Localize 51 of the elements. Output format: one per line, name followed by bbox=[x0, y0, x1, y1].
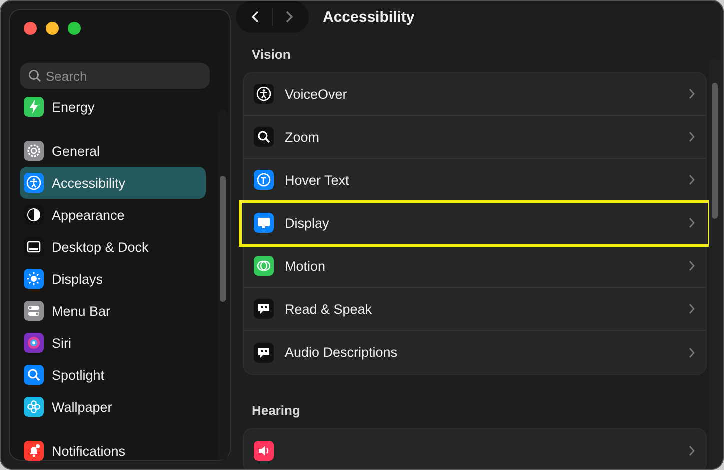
chevron-icon bbox=[688, 260, 696, 272]
settings-row[interactable]: Hover Text bbox=[244, 159, 706, 202]
settings-row[interactable]: VoiceOver bbox=[244, 73, 706, 116]
person-icon bbox=[24, 173, 44, 193]
bubble-icon bbox=[254, 299, 274, 319]
zoom-button[interactable] bbox=[68, 22, 81, 35]
settings-row[interactable]: Zoom bbox=[244, 116, 706, 159]
sidebar-item[interactable]: Siri bbox=[20, 327, 206, 359]
search-field[interactable]: Search bbox=[20, 63, 210, 89]
rings-icon bbox=[254, 256, 274, 276]
search-icon bbox=[254, 127, 274, 147]
scrollbar-thumb[interactable] bbox=[712, 83, 718, 219]
toggles-icon bbox=[24, 301, 44, 321]
sidebar-item[interactable]: Energy bbox=[20, 91, 206, 123]
chevron-icon bbox=[688, 88, 696, 100]
sidebar-item[interactable]: Displays bbox=[20, 263, 206, 295]
settings-row[interactable]: Display bbox=[241, 202, 709, 245]
minimize-button[interactable] bbox=[46, 22, 59, 35]
sidebar-item[interactable]: Appearance bbox=[20, 199, 206, 231]
sun-icon bbox=[24, 269, 44, 289]
monitor-icon bbox=[254, 213, 274, 233]
orb-icon bbox=[24, 333, 44, 353]
person-icon bbox=[254, 84, 274, 104]
sidebar-item[interactable]: Desktop & Dock bbox=[20, 231, 206, 263]
section-heading: Hearing bbox=[252, 403, 302, 418]
sidebar-item[interactable]: Notifications bbox=[20, 435, 206, 467]
bell-icon bbox=[24, 441, 44, 461]
sidebar-item[interactable]: Spotlight bbox=[20, 359, 206, 391]
sidebar-item[interactable]: Menu Bar bbox=[20, 295, 206, 327]
sidebar-item[interactable]: General bbox=[20, 135, 206, 167]
settings-row[interactable]: Read & Speak bbox=[244, 288, 706, 331]
chevron-icon bbox=[688, 131, 696, 143]
window-title: Accessibility bbox=[323, 8, 415, 26]
speaker-icon bbox=[254, 440, 274, 460]
sidebar-item[interactable]: Wallpaper bbox=[20, 391, 206, 423]
settings-row[interactable]: Motion bbox=[244, 245, 706, 288]
sidebar-item[interactable]: Accessibility bbox=[20, 167, 206, 199]
settings-row[interactable]: Audio Descriptions bbox=[244, 331, 706, 374]
flower-icon bbox=[24, 397, 44, 417]
gear-icon bbox=[24, 141, 44, 161]
chevron-icon bbox=[688, 217, 696, 229]
bubble-icon bbox=[254, 342, 274, 362]
chevron-icon bbox=[688, 444, 696, 456]
close-button[interactable] bbox=[24, 22, 37, 35]
search-icon bbox=[24, 365, 44, 385]
chevron-icon bbox=[688, 174, 696, 186]
section-heading: Vision bbox=[252, 47, 292, 62]
bolt-icon bbox=[24, 97, 44, 117]
chevron-icon bbox=[688, 303, 696, 315]
chevron-icon bbox=[688, 346, 696, 358]
scrollbar-thumb[interactable] bbox=[220, 176, 226, 302]
